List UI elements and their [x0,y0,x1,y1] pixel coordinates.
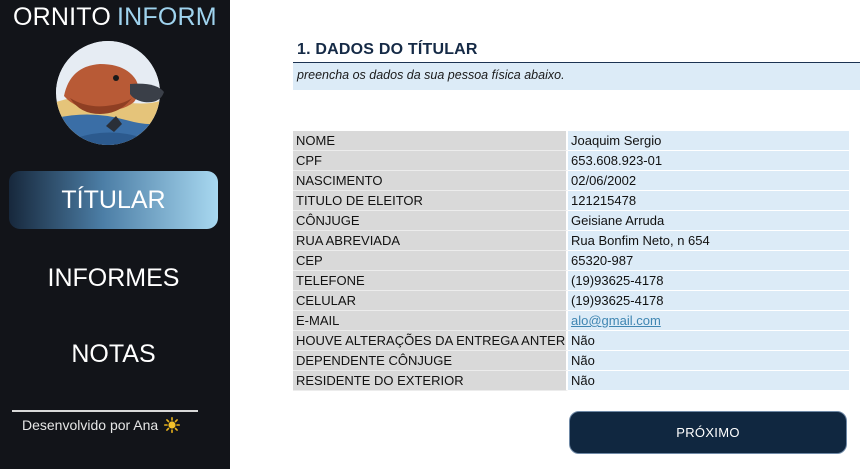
table-row: CEP 65320-987 [293,251,849,271]
field-value-conjuge[interactable]: Geisiane Arruda [568,211,849,231]
email-link[interactable]: alo@gmail.com [568,311,849,331]
field-label: E-MAIL [293,311,568,331]
field-label: CELULAR [293,291,568,311]
table-row: CELULAR (19)93625-4178 [293,291,849,311]
field-label: CÔNJUGE [293,211,568,231]
nav-item-notas[interactable]: NOTAS [9,325,218,383]
field-label: NASCIMENTO [293,171,568,191]
field-value-cpf[interactable]: 653.608.923-01 [568,151,849,171]
field-value-alteracoes[interactable]: Não [568,331,849,351]
app-brand: ORNITO INFORM [13,3,217,32]
field-label: CPF [293,151,568,171]
credit-text: Desenvolvido por Ana [22,417,159,433]
table-row: TELEFONE (19)93625-4178 [293,271,849,291]
field-label: RESIDENTE DO EXTERIOR [293,371,568,391]
field-value-cep[interactable]: 65320-987 [568,251,849,271]
field-value-celular[interactable]: (19)93625-4178 [568,291,849,311]
table-row: HOUVE ALTERAÇÕES DA ENTREGA ANTERIOR Não [293,331,849,351]
field-value-nascimento[interactable]: 02/06/2002 [568,171,849,191]
platypus-logo [56,41,164,145]
table-row: RESIDENTE DO EXTERIOR Não [293,371,849,391]
field-label: TELEFONE [293,271,568,291]
nav-item-informes[interactable]: INFORMES [9,249,218,307]
field-label: TITULO DE ELEITOR [293,191,568,211]
nav-item-label: TÍTULAR [61,185,166,214]
field-label: DEPENDENTE CÔNJUGE [293,351,568,371]
sidebar: ORNITO INFORM TÍTULAR INFORMES NOTAS Dese… [0,0,230,469]
table-row: NOME Joaquim Sergio [293,131,849,151]
sun-icon [164,417,181,433]
field-label: CEP [293,251,568,271]
field-value-dependente-conjuge[interactable]: Não [568,351,849,371]
table-row: TITULO DE ELEITOR 121215478 [293,191,849,211]
field-label: HOUVE ALTERAÇÕES DA ENTREGA ANTERIOR [293,331,568,351]
field-label: NOME [293,131,568,151]
nav-item-titular[interactable]: TÍTULAR [9,171,218,229]
table-row: E-MAIL alo@gmail.com [293,311,849,331]
field-value-telefone[interactable]: (19)93625-4178 [568,271,849,291]
table-row: CPF 653.608.923-01 [293,151,849,171]
nav-item-label: NOTAS [71,339,156,368]
field-value-nome[interactable]: Joaquim Sergio [568,131,849,151]
nav-item-label: INFORMES [47,263,180,292]
next-button-label: PRÓXIMO [676,425,740,440]
field-value-rua[interactable]: Rua Bonfim Neto, n 654 [568,231,849,251]
titular-data-table: NOME Joaquim Sergio CPF 653.608.923-01 N… [293,131,849,391]
subtitle-banner: preencha os dados da sua pessoa física a… [293,63,860,90]
field-value-titulo-eleitor[interactable]: 121215478 [568,191,849,211]
sidebar-divider [12,410,198,412]
brand-part-2: INFORM [116,3,217,31]
field-value-residente-exterior[interactable]: Não [568,371,849,391]
field-label: RUA ABREVIADA [293,231,568,251]
table-row: NASCIMENTO 02/06/2002 [293,171,849,191]
credit-line: Desenvolvido por Ana [22,417,181,433]
table-row: DEPENDENTE CÔNJUGE Não [293,351,849,371]
next-button[interactable]: PRÓXIMO [569,411,847,454]
section-title: 1. DADOS DO TÍTULAR [297,41,478,58]
subtitle-text: preencha os dados da sua pessoa física a… [297,68,565,82]
table-row: CÔNJUGE Geisiane Arruda [293,211,849,231]
brand-part-1: ORNITO [13,3,111,31]
table-row: RUA ABREVIADA Rua Bonfim Neto, n 654 [293,231,849,251]
